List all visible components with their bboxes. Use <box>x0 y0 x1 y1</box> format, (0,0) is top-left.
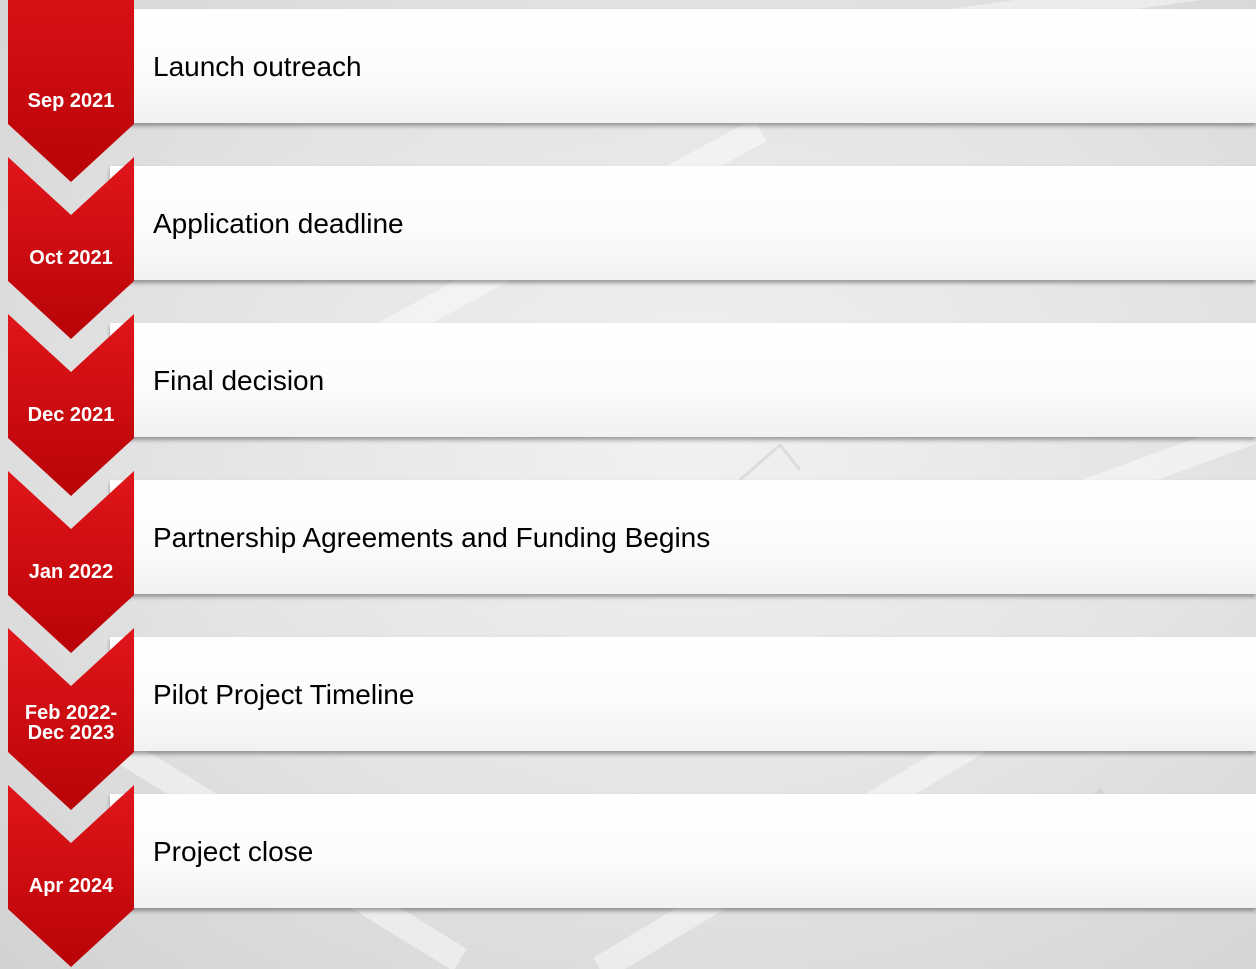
step-date: Apr 2024 <box>28 875 114 897</box>
timeline-step: Application deadline Oct 2021 <box>0 157 1256 339</box>
step-label: Application deadline <box>153 208 404 239</box>
timeline-step: Final decision Dec 2021 <box>0 314 1256 496</box>
step-label: Partnership Agreements and Funding Begin… <box>153 522 711 553</box>
step-bar: Pilot Project Timeline <box>110 637 1256 751</box>
step-label: Launch outreach <box>153 51 362 82</box>
step-label: Project close <box>153 836 314 867</box>
step-date: Oct 2021 <box>29 247 113 269</box>
step-bar: Launch outreach <box>110 9 1256 123</box>
step-bar: Partnership Agreements and Funding Begin… <box>110 480 1256 594</box>
timeline-step: Pilot Project Timeline Feb 2022- Dec 202… <box>0 628 1256 810</box>
step-date: Feb 2022- Dec 2023 <box>24 702 118 744</box>
step-label: Final decision <box>153 365 325 396</box>
step-bar: Application deadline <box>110 166 1256 280</box>
step-bar: Final decision <box>110 323 1256 437</box>
timeline-step: Launch outreach Sep 2021 <box>0 0 1256 182</box>
timeline-step: Project close Apr 2024 <box>0 785 1256 967</box>
step-date: Sep 2021 <box>27 90 115 112</box>
step-bar: Project close <box>110 794 1256 908</box>
step-date: Dec 2021 <box>27 404 115 426</box>
timeline-step: Partnership Agreements and Funding Begin… <box>0 471 1256 653</box>
step-date: Jan 2022 <box>28 561 114 583</box>
step-label: Pilot Project Timeline <box>153 679 415 710</box>
